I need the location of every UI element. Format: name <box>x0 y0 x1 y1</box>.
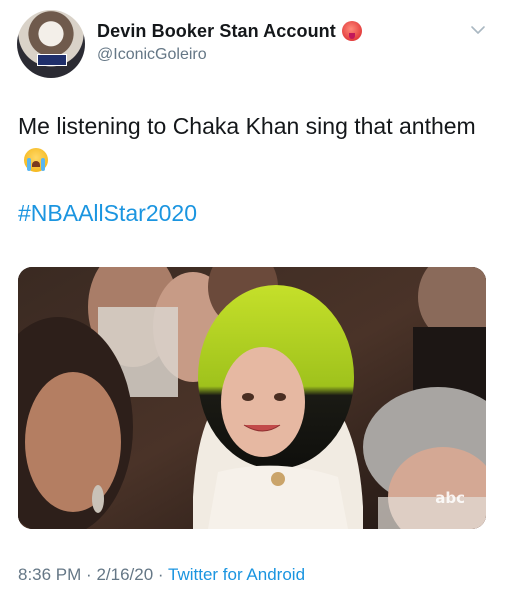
network-watermark: abc <box>435 489 465 507</box>
media-photo <box>18 267 486 529</box>
tweet-card: Devin Booker Stan Account @IconicGoleiro… <box>0 0 511 600</box>
author-display-name[interactable]: Devin Booker Stan Account <box>97 21 362 42</box>
author-display-name-text: Devin Booker Stan Account <box>97 21 336 41</box>
author-handle[interactable]: @IconicGoleiro <box>97 46 207 64</box>
flushed-face-emoji-icon <box>341 21 362 41</box>
tweet-text-content: Me listening to Chaka Khan sing that ant… <box>18 113 476 139</box>
loudly-crying-face-emoji-icon <box>24 148 48 172</box>
tweet-client-link[interactable]: Twitter for Android <box>168 565 305 584</box>
tweet-media-image[interactable]: abc <box>18 267 486 529</box>
tweet-text: Me listening to Chaka Khan sing that ant… <box>18 109 488 177</box>
author-avatar[interactable] <box>17 10 85 78</box>
tweet-time[interactable]: 8:36 PM <box>18 565 81 584</box>
chevron-down-icon[interactable] <box>469 21 487 39</box>
tweet-metadata: 8:36 PM · 2/16/20 · Twitter for Android <box>18 565 305 585</box>
hashtag-link[interactable]: #NBAAllStar2020 <box>18 200 197 227</box>
avatar-jersey-icon <box>37 54 67 66</box>
tweet-date[interactable]: 2/16/20 <box>96 565 153 584</box>
